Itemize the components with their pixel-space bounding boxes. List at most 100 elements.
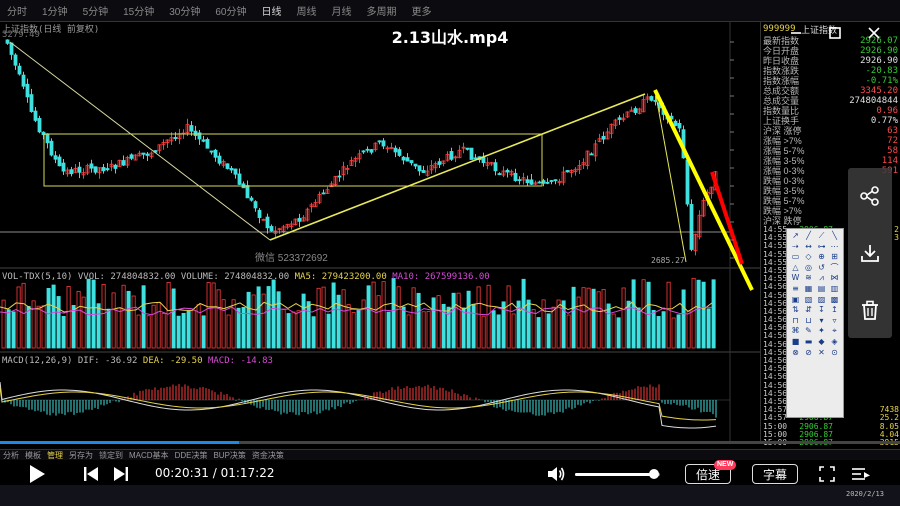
drawing-tool-button[interactable]: ⊔ — [802, 316, 815, 327]
volume-bar — [281, 309, 286, 349]
drawing-tool-button[interactable]: ╲ — [828, 231, 841, 242]
drawing-tool-button[interactable]: ✕ — [815, 348, 828, 359]
period-tab[interactable]: 1分钟 — [39, 2, 71, 19]
period-tab[interactable]: 更多 — [409, 2, 435, 19]
drawing-tool-button[interactable]: ◇ — [802, 252, 815, 263]
new-badge: NEW — [714, 460, 737, 470]
candle-body — [549, 180, 554, 182]
period-tab[interactable]: 月线 — [329, 2, 355, 19]
volume-bar — [666, 281, 671, 349]
drawing-tool-button[interactable]: ◎ — [802, 263, 815, 274]
playlist-icon — [852, 468, 870, 480]
period-tab[interactable]: 15分钟 — [120, 2, 157, 19]
drawing-tool-button[interactable]: ▾ — [815, 316, 828, 327]
drawing-tool-button[interactable]: ◈ — [828, 337, 841, 348]
period-tab[interactable]: 分时 — [4, 2, 30, 19]
volume-bar — [636, 307, 641, 349]
period-tab[interactable]: 60分钟 — [212, 2, 249, 19]
close-button[interactable] — [864, 24, 884, 42]
drawing-tool-button[interactable]: ▩ — [828, 295, 841, 306]
quote-value: 0.77% — [870, 116, 898, 126]
drawing-tool-button[interactable]: ▧ — [802, 295, 815, 306]
period-tab[interactable]: 日线 — [259, 2, 285, 19]
playlist-button[interactable] — [850, 464, 872, 484]
volume-slider[interactable] — [575, 473, 660, 476]
drawing-tool-button[interactable]: ⋈ — [828, 273, 841, 284]
volume-bar — [546, 313, 551, 349]
play-button[interactable] — [26, 464, 48, 484]
drawing-tool-button[interactable]: ⊕ — [815, 252, 828, 263]
drawing-tool-button[interactable]: ↧ — [815, 305, 828, 316]
volume-bar — [66, 286, 71, 349]
drawing-tool-button[interactable]: ✦ — [815, 326, 828, 337]
drawing-tool-button[interactable]: ⌘ — [789, 326, 802, 337]
period-tab[interactable]: 30分钟 — [166, 2, 203, 19]
download-button[interactable] — [859, 242, 881, 264]
drawing-tool-button[interactable]: ▿ — [828, 316, 841, 327]
drawing-tool-button[interactable]: ↗ — [789, 231, 802, 242]
drawing-tool-button[interactable]: △ — [789, 263, 802, 274]
drawing-tool-button[interactable]: ↔ — [802, 242, 815, 253]
drawing-tool-button[interactable]: ▣ — [789, 295, 802, 306]
drawing-tool-button[interactable]: ▬ — [802, 337, 815, 348]
minimize-button[interactable] — [786, 24, 806, 42]
bottom-tab[interactable]: 另存为 — [69, 450, 93, 461]
drawing-tool-button[interactable]: ⊞ — [828, 252, 841, 263]
drawing-tool-button[interactable]: ⌖ — [828, 326, 841, 337]
candle-body — [245, 185, 250, 199]
bottom-tab[interactable]: 管理 — [47, 450, 63, 461]
bottom-tab[interactable]: BUP决策 — [213, 450, 245, 461]
drawing-tool-button[interactable]: ⋯ — [828, 242, 841, 253]
drawing-tool-button[interactable]: ▥ — [828, 284, 841, 295]
drawing-tool-button[interactable]: ≡ — [789, 284, 802, 295]
volume-bar — [51, 284, 56, 349]
volume-slider-handle[interactable] — [649, 469, 659, 479]
bottom-tab[interactable]: MACD基本 — [129, 450, 169, 461]
drawing-tool-button[interactable]: ≋ — [802, 273, 815, 284]
volume-bar — [391, 278, 396, 349]
drawing-tool-button[interactable]: ⇢ — [789, 242, 802, 253]
next-button[interactable] — [110, 464, 132, 484]
quote-label: 跌幅 >7% — [763, 206, 802, 216]
video-progress-bar[interactable] — [0, 441, 900, 444]
drawing-tool-button[interactable]: ⇅ — [789, 305, 802, 316]
drawing-tool-button[interactable]: ↥ — [828, 305, 841, 316]
bottom-tab[interactable]: 分析 — [3, 450, 19, 461]
quote-label: 沪深 涨停 — [763, 126, 802, 136]
bottom-tab[interactable]: DDE决策 — [175, 450, 208, 461]
period-tab[interactable]: 5分钟 — [80, 2, 112, 19]
drawing-tool-button[interactable]: ⊓ — [789, 316, 802, 327]
drawing-tool-button[interactable]: ■ — [789, 337, 802, 348]
drawing-tool-button[interactable]: ╱ — [802, 231, 815, 242]
bottom-tab[interactable]: 锁定到 — [99, 450, 123, 461]
drawing-tool-button[interactable]: ↺ — [815, 263, 828, 274]
subtitle-button[interactable]: 字幕 — [752, 464, 798, 484]
drawing-tool-button[interactable]: ⇵ — [802, 305, 815, 316]
drawing-tool-button[interactable]: ▦ — [802, 284, 815, 295]
delete-button[interactable] — [859, 299, 881, 321]
drawing-tool-button[interactable]: W — [789, 273, 802, 284]
drawing-tool-button[interactable]: ⊘ — [802, 348, 815, 359]
candle-body — [49, 140, 54, 156]
period-tab[interactable]: 多周期 — [364, 2, 400, 19]
drawing-tool-button[interactable]: ⊗ — [789, 348, 802, 359]
drawing-tool-button[interactable]: ⊶ — [815, 242, 828, 253]
drawing-tool-button[interactable]: ⊙ — [828, 348, 841, 359]
drawing-tool-button[interactable]: ◆ — [815, 337, 828, 348]
share-button[interactable] — [859, 185, 881, 207]
volume-button[interactable] — [545, 464, 567, 484]
drawing-tool-button[interactable]: ✎ — [802, 326, 815, 337]
period-tab[interactable]: 周线 — [294, 2, 320, 19]
drawing-tool-button[interactable]: ⩘ — [815, 273, 828, 284]
drawing-tool-button[interactable]: ⌒ — [828, 263, 841, 274]
drawing-tool-button[interactable]: ▨ — [815, 295, 828, 306]
bottom-tab[interactable]: 模板 — [25, 450, 41, 461]
bottom-tab[interactable]: 资金决策 — [252, 450, 284, 461]
maximize-button[interactable] — [825, 24, 845, 42]
drawing-tool-button[interactable]: ▭ — [789, 252, 802, 263]
fullscreen-button[interactable] — [817, 464, 837, 484]
quote-label: 跌幅 3-5% — [763, 186, 805, 196]
drawing-tool-button[interactable]: ▤ — [815, 284, 828, 295]
previous-button[interactable] — [80, 464, 102, 484]
drawing-tool-button[interactable]: ⟋ — [815, 231, 828, 242]
